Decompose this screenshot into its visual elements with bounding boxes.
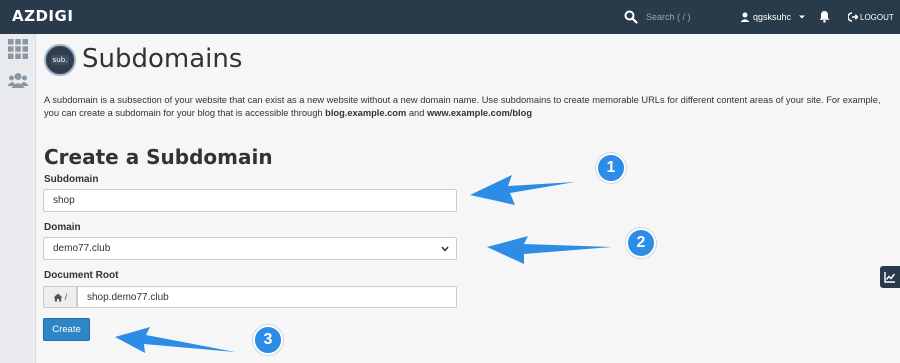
logout-icon bbox=[848, 12, 858, 22]
description-example-2: www.example.com/blog bbox=[426, 108, 532, 118]
document-root-input[interactable]: shop.demo77.club bbox=[77, 286, 457, 308]
stats-toggle-tab[interactable] bbox=[880, 266, 900, 288]
document-root-label: Document Root bbox=[44, 270, 119, 281]
bell-icon[interactable] bbox=[818, 10, 831, 23]
prefix-slash: / bbox=[64, 292, 68, 302]
users-icon[interactable] bbox=[7, 70, 29, 92]
step-badge-2: 2 bbox=[626, 228, 656, 258]
search-placeholder: Search ( / ) bbox=[646, 12, 691, 22]
arrow-2 bbox=[487, 236, 612, 264]
document-root-prefix: / bbox=[43, 286, 77, 308]
user-icon bbox=[740, 12, 750, 22]
create-button[interactable]: Create bbox=[43, 318, 90, 341]
domain-value: demo77.club bbox=[53, 243, 111, 254]
top-navbar: AZDIGI Search ( / ) qgsksuhc LOGOUT bbox=[0, 0, 900, 34]
document-root-value: shop.demo77.club bbox=[87, 291, 169, 303]
domain-select[interactable]: demo77.club bbox=[43, 237, 457, 260]
logout-label: LOGOUT bbox=[860, 12, 894, 22]
chevron-down-icon bbox=[441, 246, 449, 252]
page-description: A subdomain is a subsection of your webs… bbox=[44, 94, 894, 120]
search-icon bbox=[624, 10, 638, 24]
arrow-3 bbox=[115, 327, 235, 353]
search-box[interactable]: Search ( / ) bbox=[624, 0, 691, 34]
username: qgsksuhc bbox=[753, 12, 792, 22]
subdomain-value: shop bbox=[53, 195, 75, 206]
subdomain-label: Subdomain bbox=[44, 174, 99, 185]
subdomains-logo: sub. bbox=[44, 44, 76, 76]
domain-label: Domain bbox=[44, 222, 81, 233]
step-badge-1: 1 bbox=[596, 153, 626, 183]
grid-icon[interactable] bbox=[7, 38, 29, 60]
chart-line-icon bbox=[884, 272, 896, 283]
subdomain-input[interactable]: shop bbox=[43, 189, 457, 212]
description-text-2: and bbox=[406, 108, 427, 118]
logout-button[interactable]: LOGOUT bbox=[848, 0, 894, 34]
step-badge-3: 3 bbox=[253, 325, 283, 355]
description-example-1: blog.example.com bbox=[325, 108, 407, 118]
logo-text: sub. bbox=[50, 55, 70, 65]
brand-logo[interactable]: AZDIGI bbox=[12, 7, 73, 25]
left-sidebar bbox=[0, 34, 36, 363]
home-icon bbox=[53, 293, 63, 301]
caret-down-icon bbox=[799, 15, 806, 19]
form-title: Create a Subdomain bbox=[44, 145, 273, 169]
user-menu[interactable]: qgsksuhc bbox=[740, 0, 806, 34]
arrow-1 bbox=[470, 175, 575, 205]
page-title: Subdomains bbox=[82, 44, 243, 74]
